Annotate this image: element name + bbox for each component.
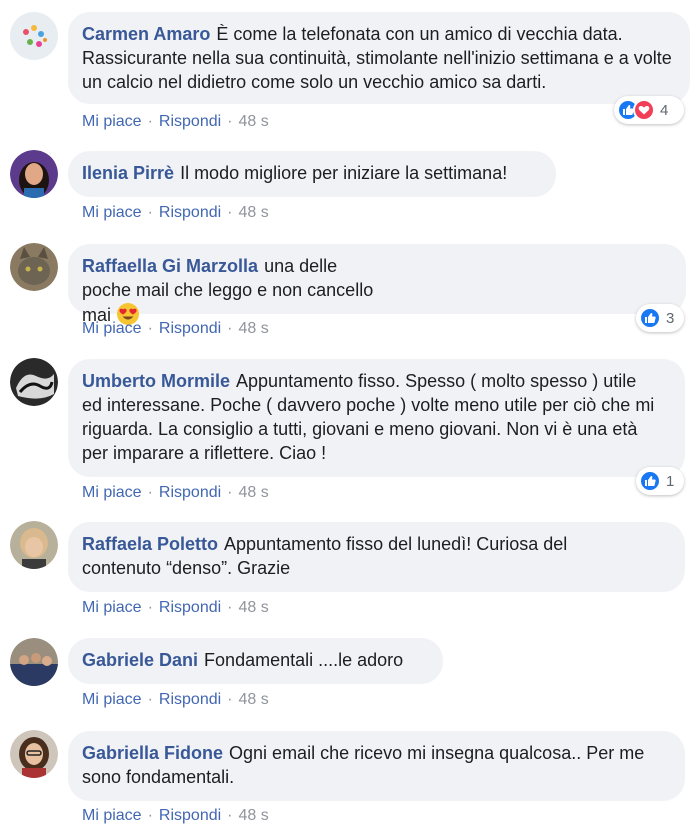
separator: ·	[227, 484, 233, 501]
separator: ·	[227, 807, 233, 824]
love-icon	[633, 99, 655, 121]
comment-author[interactable]: Gabriele Dani	[82, 650, 198, 670]
separator: ·	[147, 113, 153, 130]
reply-link[interactable]: Rispondi	[159, 599, 221, 616]
comment-actions: Mi piace · Rispondi · 48 s	[82, 690, 269, 710]
avatar[interactable]	[10, 730, 58, 778]
comment-timestamp[interactable]: 48 s	[239, 807, 269, 824]
separator: ·	[227, 204, 233, 221]
like-link[interactable]: Mi piace	[82, 113, 142, 130]
reply-link[interactable]: Rispondi	[159, 807, 221, 824]
comment-actions: Mi piace · Rispondi · 48 s	[82, 806, 269, 826]
separator: ·	[227, 691, 233, 708]
separator: ·	[147, 691, 153, 708]
comment-actions: Mi piace · Rispondi · 48 s	[82, 598, 269, 618]
like-icon	[639, 470, 661, 492]
comment-bubble: Carmen Amaro È come la telefonata con un …	[68, 12, 690, 104]
comment-bubble: Umberto Mormile Appuntamento fisso. Spess…	[68, 359, 685, 477]
comment-author[interactable]: Raffaella Gi Marzolla	[82, 256, 258, 276]
reaction-count: 4	[660, 101, 669, 119]
like-icon	[639, 307, 661, 329]
avatar-image	[10, 358, 58, 406]
comment-timestamp[interactable]: 48 s	[239, 320, 269, 337]
comment-bubble: Raffaella Gi Marzolla una delle poche mai…	[68, 244, 686, 325]
reaction-summary[interactable]: 3	[636, 304, 684, 332]
like-link[interactable]: Mi piace	[82, 807, 142, 824]
separator: ·	[147, 807, 153, 824]
separator: ·	[147, 204, 153, 221]
reaction-summary[interactable]: 1	[636, 467, 684, 495]
comment-timestamp[interactable]: 48 s	[239, 204, 269, 221]
comment-bubble: Raffaela Poletto Appuntamento fisso del l…	[68, 522, 685, 592]
avatar[interactable]	[10, 521, 58, 569]
comment-actions: Mi piace · Rispondi · 48 s	[82, 112, 269, 132]
comment-bubble: Gabriella Fidone Ogni email che ricevo mi…	[68, 731, 685, 801]
comment-timestamp[interactable]: 48 s	[239, 484, 269, 501]
avatar-image	[10, 150, 58, 198]
separator: ·	[227, 599, 233, 616]
avatar-image	[10, 521, 58, 569]
avatar[interactable]	[10, 638, 58, 686]
separator: ·	[147, 320, 153, 337]
avatar[interactable]	[10, 12, 58, 60]
comment-actions: Mi piace · Rispondi · 48 s	[82, 203, 269, 223]
separator: ·	[147, 484, 153, 501]
avatar-image	[10, 638, 58, 686]
reply-link[interactable]: Rispondi	[159, 691, 221, 708]
comment-author[interactable]: Carmen Amaro	[82, 24, 210, 44]
like-link[interactable]: Mi piace	[82, 691, 142, 708]
comment-author[interactable]: Raffaela Poletto	[82, 534, 218, 554]
comment-bubble: Gabriele Dani Fondamentali ....le adoro	[68, 638, 443, 684]
comment-actions: Mi piace · Rispondi · 48 s	[82, 319, 269, 339]
reaction-count: 1	[666, 472, 675, 490]
comment-author[interactable]: Ilenia Pirrè	[82, 163, 174, 183]
comment-text: Il modo migliore per iniziare la settima…	[180, 163, 508, 183]
comment-bubble: Ilenia Pirrè Il modo migliore per iniziar…	[68, 151, 556, 197]
avatar-image	[10, 12, 58, 60]
comment-timestamp[interactable]: 48 s	[239, 599, 269, 616]
separator: ·	[147, 599, 153, 616]
comment-timestamp[interactable]: 48 s	[239, 691, 269, 708]
reply-link[interactable]: Rispondi	[159, 320, 221, 337]
avatar[interactable]	[10, 358, 58, 406]
comment-timestamp[interactable]: 48 s	[239, 113, 269, 130]
comment-text: Fondamentali ....le adoro	[204, 650, 404, 670]
reaction-count: 3	[666, 309, 675, 327]
avatar-image	[10, 243, 58, 291]
reply-link[interactable]: Rispondi	[159, 484, 221, 501]
avatar[interactable]	[10, 243, 58, 291]
comment-actions: Mi piace · Rispondi · 48 s	[82, 483, 269, 503]
separator: ·	[227, 113, 233, 130]
like-link[interactable]: Mi piace	[82, 484, 142, 501]
reply-link[interactable]: Rispondi	[159, 113, 221, 130]
like-link[interactable]: Mi piace	[82, 320, 142, 337]
comment-author[interactable]: Umberto Mormile	[82, 371, 230, 391]
comment-author[interactable]: Gabriella Fidone	[82, 743, 223, 763]
like-link[interactable]: Mi piace	[82, 599, 142, 616]
reaction-summary[interactable]: 4	[614, 96, 684, 124]
like-link[interactable]: Mi piace	[82, 204, 142, 221]
avatar-image	[10, 730, 58, 778]
reply-link[interactable]: Rispondi	[159, 204, 221, 221]
separator: ·	[227, 320, 233, 337]
avatar[interactable]	[10, 150, 58, 198]
